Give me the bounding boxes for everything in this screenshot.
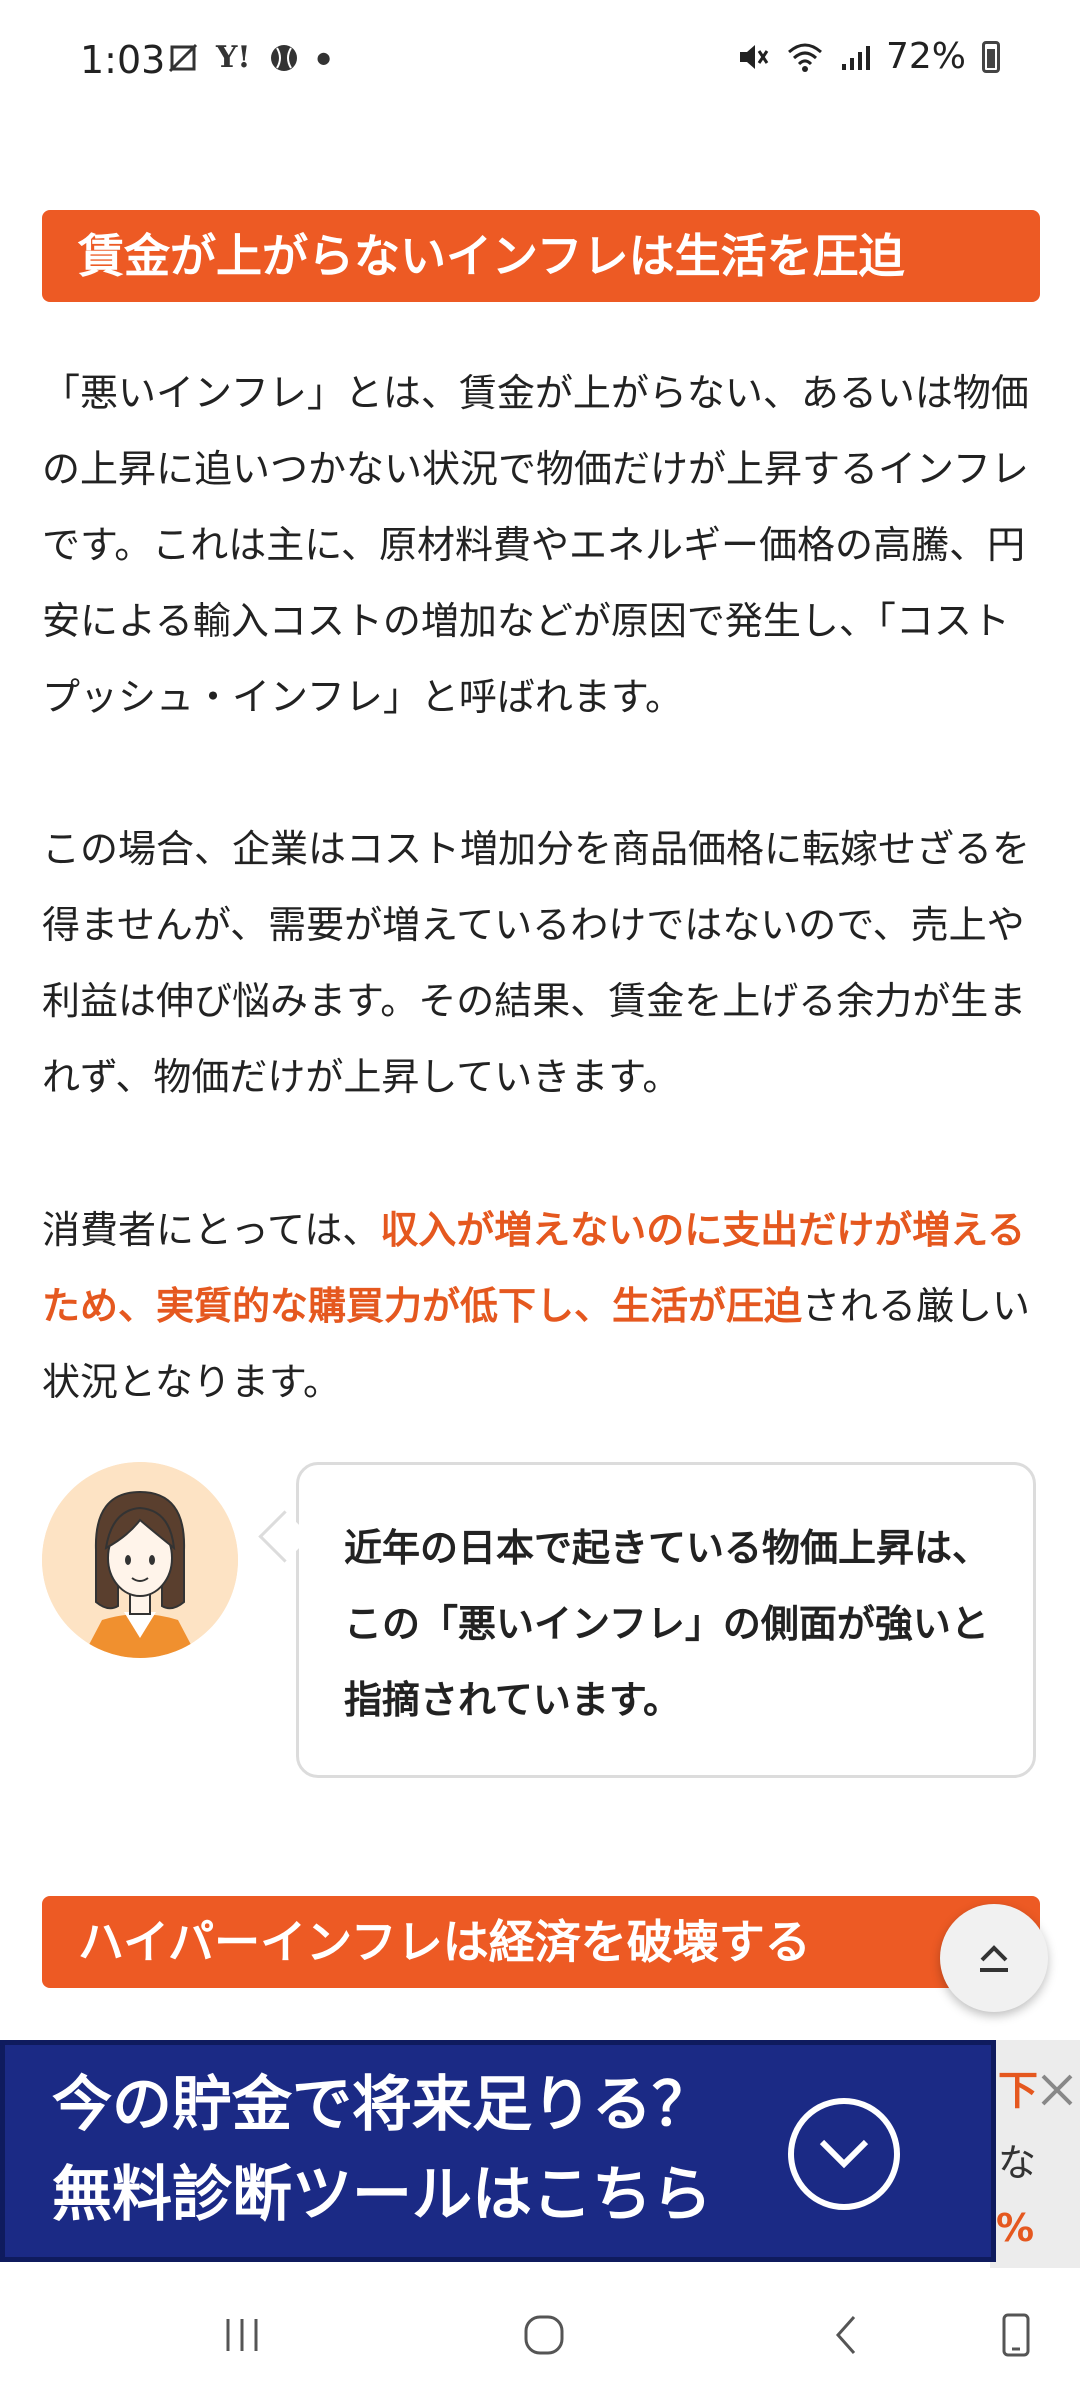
paragraph3-prefix: 消費者にとっては、 bbox=[42, 1208, 381, 1252]
notification-dot-icon: ● bbox=[316, 48, 331, 67]
ad-line-2: 無料診断ツールはこちら bbox=[52, 2160, 712, 2230]
scroll-to-top-button[interactable] bbox=[940, 1904, 1048, 2012]
ad-partial-text-2: な bbox=[998, 2141, 1037, 2185]
battery-percent: 72% bbox=[885, 36, 966, 77]
paragraph-consumer-impact: 消費者にとっては、収入が増えないのに支出だけが増えるため、実質的な購買力が低下し… bbox=[42, 1192, 1042, 1420]
status-notification-icons: Y! ● bbox=[168, 40, 331, 75]
chevron-down-icon bbox=[819, 2139, 869, 2169]
woman-avatar-icon bbox=[42, 1462, 238, 1658]
paragraph-cost-push: この場合、企業はコスト増加分を商品価格に転嫁せざるを得ませんが、需要が増えている… bbox=[42, 827, 1031, 1099]
ad-partial-text-1: 下 bbox=[998, 2068, 1038, 2114]
close-icon bbox=[1041, 2074, 1073, 2106]
recent-apps-icon bbox=[226, 2319, 258, 2351]
chevron-up-icon bbox=[980, 1945, 1008, 1972]
back-icon bbox=[835, 2316, 856, 2354]
status-right-icons: 72% bbox=[736, 36, 1000, 77]
ad-partial-text-3: % bbox=[996, 2206, 1035, 2250]
speech-bubble-text: 近年の日本で起きている物価上昇は、この「悪いインフレ」の側面が強いと指摘されてい… bbox=[344, 1526, 991, 1722]
wifi-icon bbox=[787, 43, 822, 72]
baseball-icon bbox=[270, 44, 297, 71]
home-icon bbox=[524, 2315, 564, 2355]
yahoo-icon: Y! bbox=[216, 40, 251, 75]
ad-banner-text[interactable]: 今の貯金で将来足りる？ 無料診断ツールはこちら bbox=[52, 2060, 712, 2240]
paragraph-bad-inflation: 「悪いインフレ」とは、賃金が上がらない、あるいは物価の上昇に追いつかない状況で物… bbox=[42, 371, 1029, 719]
signal-icon bbox=[841, 45, 870, 70]
rotate-screen-icon bbox=[1002, 2313, 1030, 2357]
mute-icon bbox=[739, 44, 769, 69]
status-bar: 1:03 Y! ● 72% bbox=[0, 0, 1080, 120]
section-heading-hyperinflation: ハイパーインフレは経済を破壊する bbox=[42, 1896, 1040, 1988]
ad-chevron-button[interactable] bbox=[788, 2098, 900, 2210]
recent-apps-button[interactable] bbox=[202, 2300, 282, 2370]
screen-rotate-button[interactable] bbox=[976, 2300, 1056, 2370]
section-heading-wage-inflation: 賃金が上がらないインフレは生活を圧迫 bbox=[42, 210, 1040, 302]
battery-icon bbox=[982, 40, 1000, 73]
muted-app-icon bbox=[168, 43, 198, 72]
status-time: 1:03 bbox=[80, 38, 166, 82]
back-button[interactable] bbox=[806, 2300, 886, 2370]
home-button[interactable] bbox=[504, 2300, 584, 2370]
ad-line-1: 今の貯金で将来足りる？ bbox=[52, 2070, 712, 2140]
avatar bbox=[42, 1462, 238, 1658]
ad-close-button[interactable] bbox=[1034, 2070, 1080, 2116]
